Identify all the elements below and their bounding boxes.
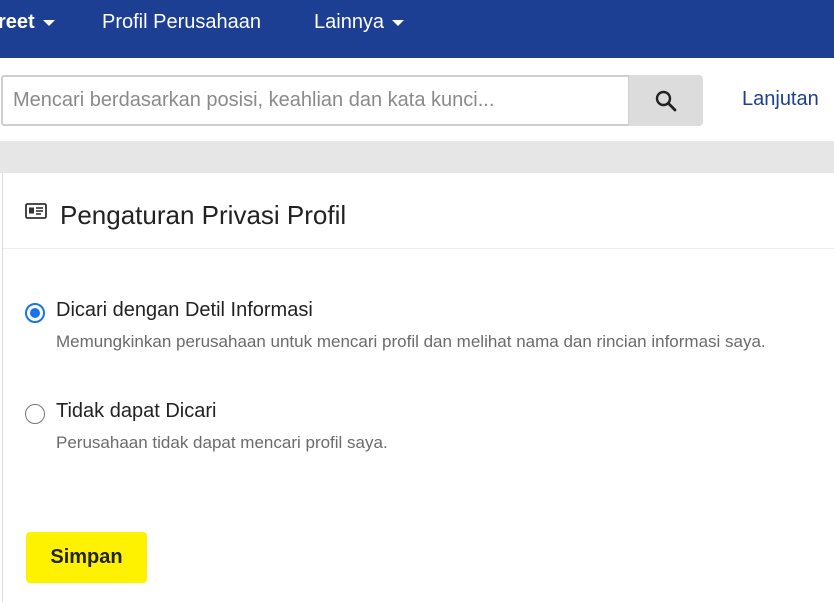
search-input[interactable]: [1, 75, 630, 126]
nav-item-profil-perusahaan[interactable]: Profil Perusahaan: [102, 0, 261, 44]
option-description: Perusahaan tidak dapat mencari profil sa…: [56, 433, 388, 452]
nav-item-label: Lainnya: [314, 10, 385, 33]
save-button[interactable]: Simpan: [26, 532, 147, 583]
privacy-settings-card: Pengaturan Privasi Profil Dicari dengan …: [2, 173, 834, 602]
option-description: Memungkinkan perusahaan untuk mencari pr…: [56, 332, 766, 351]
page-title: Pengaturan Privasi Profil: [60, 200, 347, 230]
nav-item-label: reet: [0, 10, 35, 33]
section-divider: [0, 141, 834, 173]
option-label[interactable]: Tidak dapat Dicari: [56, 400, 216, 423]
radio-searchable-detail[interactable]: [25, 303, 45, 323]
nav-item-street[interactable]: reet: [0, 0, 55, 44]
card-header: Pengaturan Privasi Profil: [3, 173, 834, 249]
advanced-search-link[interactable]: Lanjutan: [742, 88, 819, 111]
top-navigation-bar: reet Profil Perusahaan Lainnya: [0, 0, 834, 58]
search-button[interactable]: [629, 75, 703, 126]
chevron-down-icon: [392, 20, 405, 26]
search-icon: [655, 90, 677, 111]
search-bar: Lanjutan: [0, 58, 834, 141]
chevron-down-icon: [42, 20, 55, 26]
option-label[interactable]: Dicari dengan Detil Informasi: [56, 299, 313, 322]
id-card-icon: [25, 203, 47, 219]
radio-not-searchable[interactable]: [25, 404, 45, 424]
nav-item-label: Profil Perusahaan: [102, 10, 261, 33]
nav-item-lainnya[interactable]: Lainnya: [314, 0, 405, 44]
